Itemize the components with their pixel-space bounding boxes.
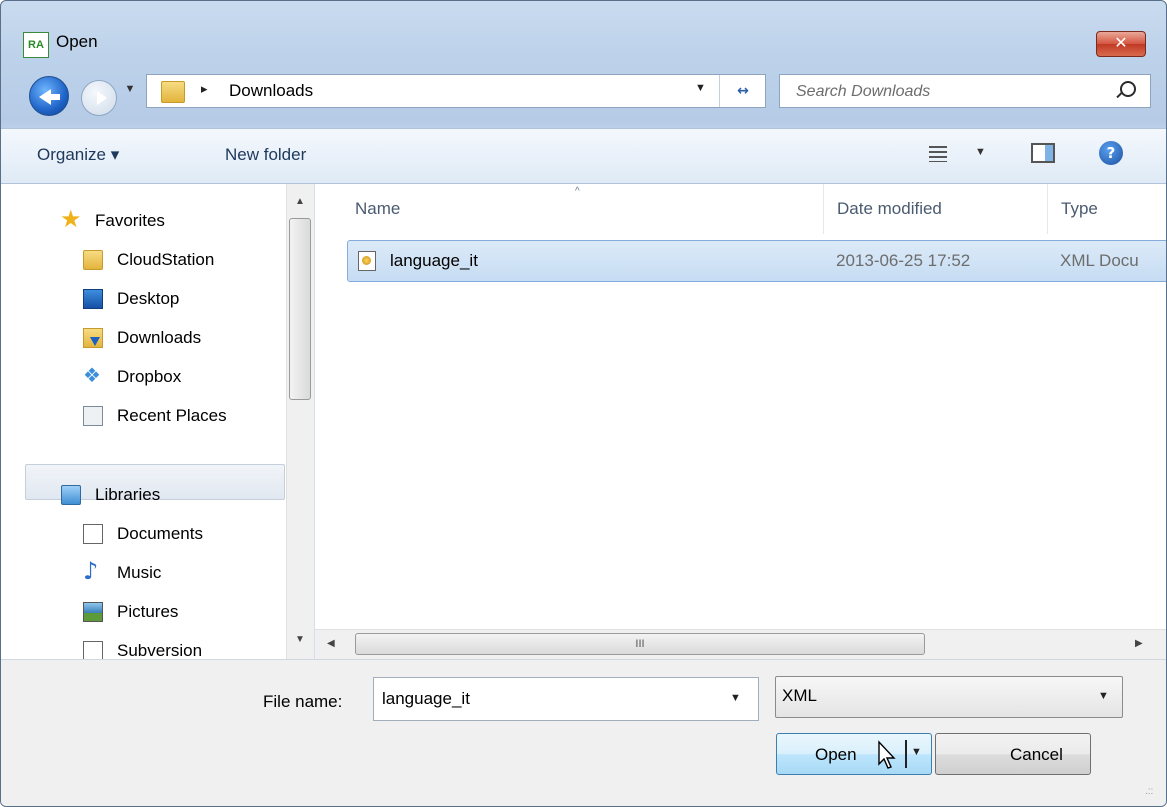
column-divider[interactable] [1047,184,1048,234]
column-header-date-modified[interactable]: Date modified [837,184,1037,234]
file-type-select[interactable]: XML ▼ [775,676,1123,718]
command-toolbar: Organize ▾ New folder ▼ ? [1,128,1166,184]
scroll-right-arrow-icon[interactable]: ▶ [1135,638,1143,649]
file-type: XML Docu [1060,251,1139,270]
file-name: language_it [390,251,478,270]
folder-icon [161,81,185,103]
scroll-up-arrow-icon[interactable]: ▲ [295,196,305,207]
cancel-button[interactable]: Cancel [935,733,1091,775]
nav-item-label: Desktop [117,289,180,308]
scroll-thumb[interactable] [289,218,311,400]
mouse-cursor-icon [878,740,896,769]
navigation-pane: Favorites CloudStation Desktop Downloads… [1,184,315,659]
nav-item-subversion[interactable]: Subversion [83,634,263,659]
xml-file-icon [358,251,376,271]
split-button-divider [905,740,907,768]
desktop-icon [83,289,103,309]
column-header-type[interactable]: Type [1061,184,1161,234]
file-name-value[interactable]: language_it [382,689,470,709]
back-button[interactable] [29,76,69,116]
nav-item-desktop[interactable]: Desktop [83,282,263,316]
horizontal-scroll-thumb[interactable]: III [355,633,925,655]
nav-item-label: CloudStation [117,250,215,269]
nav-item-libraries[interactable]: Libraries [61,478,261,512]
subversion-icon [83,641,103,659]
nav-item-label: Downloads [117,328,202,347]
open-button[interactable]: Open ▼ [776,733,932,775]
open-options-dropdown-icon[interactable]: ▼ [911,746,922,758]
search-icon[interactable] [1120,81,1136,97]
nav-item-documents[interactable]: Documents [83,517,263,551]
documents-icon [83,524,103,544]
view-options-dropdown[interactable]: ▼ [975,146,986,158]
file-name-dropdown-icon[interactable]: ▼ [730,692,741,704]
change-view-icon[interactable] [929,146,947,162]
open-dialog: RA Open ✕ ▼ ▸ Downloads ▼ ↔ Organize ▾ N… [0,0,1167,807]
nav-item-cloudstation[interactable]: CloudStation [83,243,263,277]
nav-item-label: Music [117,563,162,582]
nav-item-label: Dropbox [117,367,182,386]
search-box[interactable] [779,74,1151,108]
nav-item-music[interactable]: Music [83,556,263,590]
nav-item-recent-places[interactable]: Recent Places [83,399,263,433]
preview-pane-icon[interactable] [1031,143,1055,163]
help-icon[interactable]: ? [1099,141,1123,165]
scroll-down-arrow-icon[interactable]: ▼ [295,634,305,645]
organize-button[interactable]: Organize ▾ [37,145,119,165]
pictures-icon [83,602,103,622]
refresh-button[interactable]: ↔ [719,75,766,107]
nav-item-downloads[interactable]: Downloads [83,321,263,355]
nav-item-label: Pictures [117,602,179,621]
star-icon [60,205,82,233]
libraries-icon [61,485,81,505]
file-name-label: File name: [263,692,343,711]
title-bar: RA Open ✕ [1,1,1166,61]
music-icon [83,557,103,585]
nav-item-label: Documents [117,524,203,543]
nav-item-label: Subversion [117,641,203,659]
forward-button[interactable] [81,80,117,116]
column-divider[interactable] [823,184,824,234]
open-button-label: Open [815,745,857,764]
address-dropdown-icon[interactable]: ▼ [695,82,706,94]
cancel-button-label: Cancel [1010,745,1063,764]
file-type-value: XML [782,686,817,705]
file-date-modified: 2013-06-25 17:52 [836,251,971,270]
breadcrumb-separator-icon[interactable]: ▸ [201,81,208,97]
nav-item-pictures[interactable]: Pictures [83,595,263,629]
dialog-footer: File name: language_it ▼ XML ▼ Open ▼ Ca… [1,659,1166,806]
column-header-name[interactable]: Name [355,184,815,234]
recent-places-icon [83,406,103,426]
resize-grip-icon[interactable]: .:: [1145,786,1153,797]
nav-item-label: Recent Places [117,406,227,425]
nav-vertical-scrollbar[interactable]: ▲ ▼ [286,184,314,659]
file-name-field[interactable]: language_it ▼ [373,677,759,721]
close-button[interactable]: ✕ [1096,31,1146,57]
nav-item-favorites[interactable]: Favorites [60,204,261,238]
nav-item-label: Favorites [95,211,165,230]
file-list: ^ Name Date modified Type language_it 20… [315,184,1166,659]
scroll-left-arrow-icon[interactable]: ◀ [327,638,335,649]
recent-locations-dropdown[interactable]: ▼ [123,83,137,97]
new-folder-button[interactable]: New folder [225,145,306,165]
file-list-horizontal-scrollbar[interactable]: ◀ III ▶ [315,629,1166,659]
app-icon: RA [23,32,49,58]
file-type-dropdown-icon[interactable]: ▼ [1098,690,1109,702]
search-input[interactable] [794,79,1098,105]
breadcrumb-downloads[interactable]: Downloads [229,81,313,101]
window-title: Open [56,32,98,51]
dropbox-icon [83,363,103,387]
nav-item-dropbox[interactable]: Dropbox [83,360,263,394]
address-bar[interactable]: ▸ Downloads ▼ ↔ [146,74,766,108]
file-row[interactable]: language_it 2013-06-25 17:52 XML Docu [347,240,1166,282]
nav-item-label: Libraries [95,485,161,504]
downloads-icon [83,328,103,348]
folder-icon [83,250,103,270]
